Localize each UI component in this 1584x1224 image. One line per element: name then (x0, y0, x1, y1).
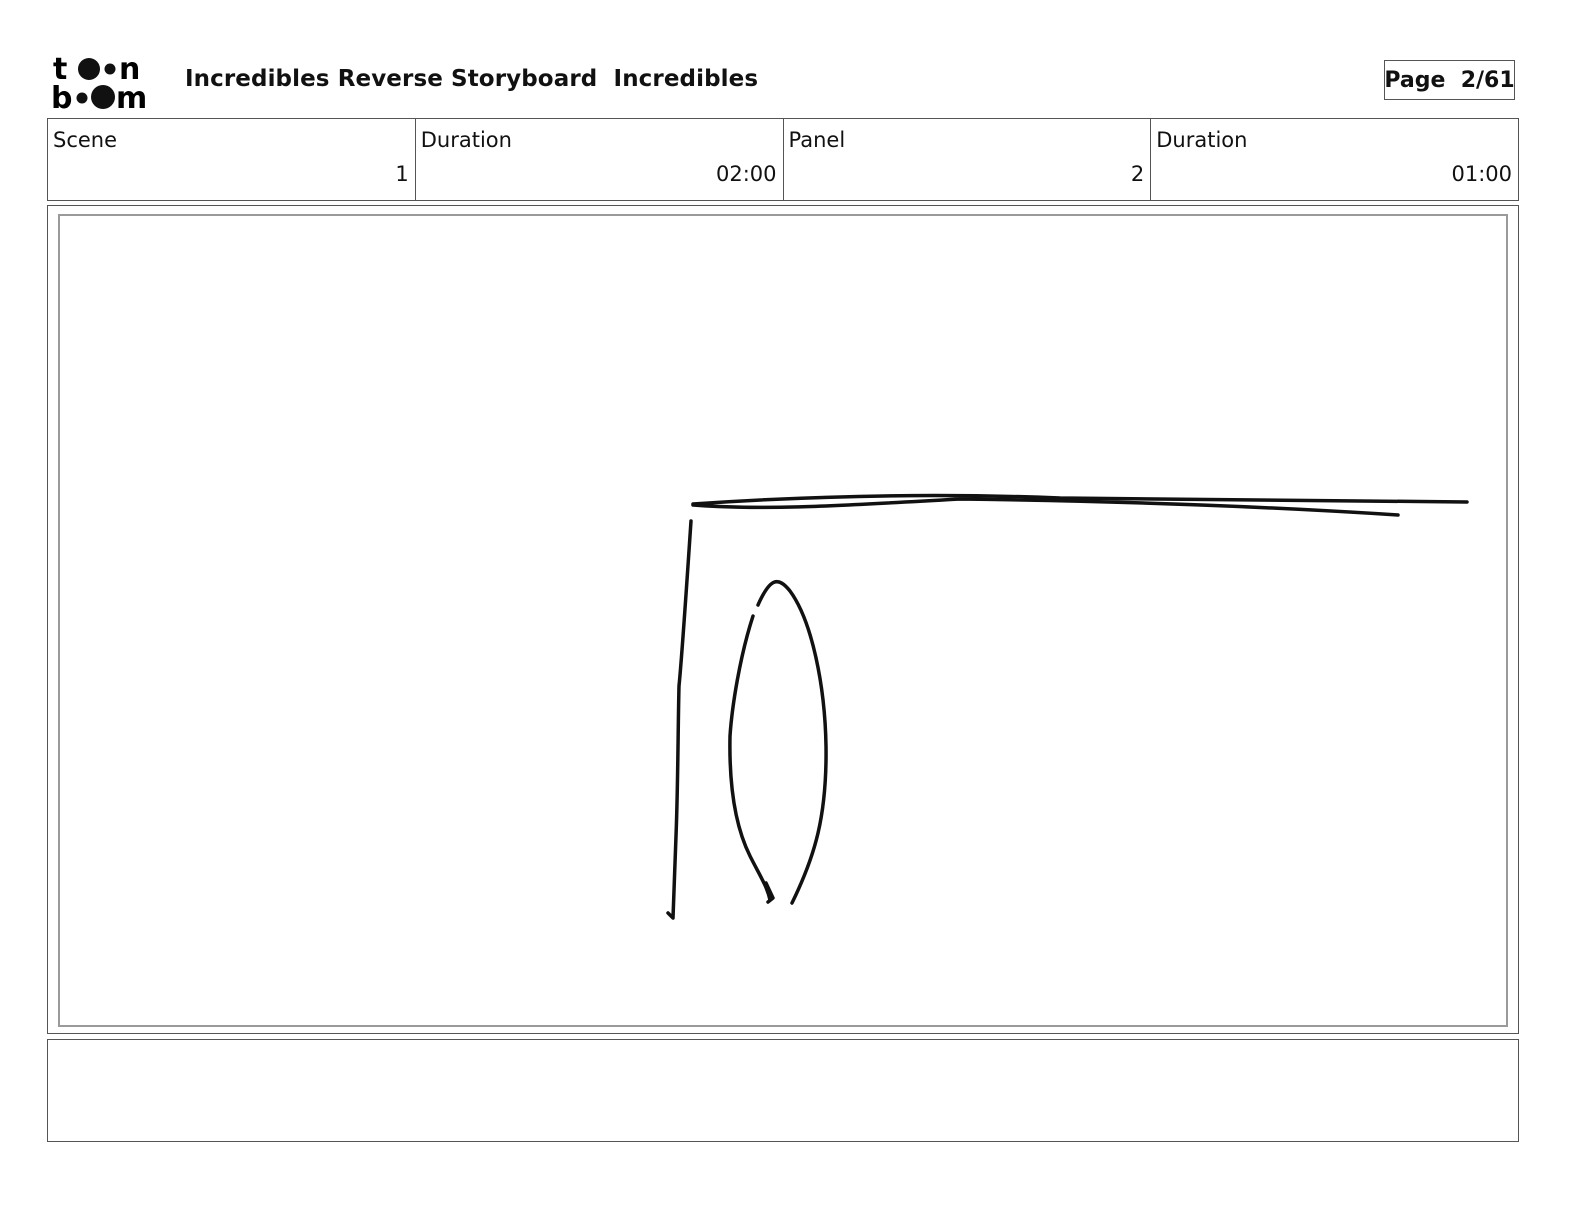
panel-drawing-area (58, 214, 1508, 1027)
document-title: Incredibles Reverse Storyboard Incredibl… (185, 66, 759, 92)
panel-frame (47, 205, 1519, 1034)
page-indicator: Page 2/61 (1384, 60, 1515, 100)
scene-duration-value: 02:00 (715, 162, 777, 186)
scene-duration-cell: Duration 02:00 (414, 119, 783, 200)
sketch-drawing (666, 493, 1469, 920)
notes-box (47, 1039, 1519, 1142)
sketch-vertical-stroke (666, 519, 693, 920)
toon-boom-logo: t n b m (52, 52, 164, 110)
scene-value: 1 (395, 162, 409, 186)
sketch-leaf-shape-right (756, 579, 828, 905)
sketch-leaf-shape-left (728, 614, 772, 902)
scene-label: Scene (53, 128, 118, 152)
panel-duration-value: 01:00 (1451, 162, 1512, 186)
scene-cell: Scene 1 (48, 119, 415, 200)
svg-text:m: m (116, 81, 147, 110)
panel-cell: Panel 2 (782, 119, 1151, 200)
svg-text:b: b (52, 81, 72, 110)
panel-duration-cell: Duration 01:00 (1150, 119, 1518, 200)
panel-duration-label: Duration (1156, 128, 1248, 152)
scene-duration-label: Duration (420, 128, 512, 152)
scene-info-table: Scene 1 Duration 02:00 Panel 2 Duration … (47, 118, 1519, 201)
panel-value: 2 (1130, 162, 1145, 186)
panel-label: Panel (788, 128, 846, 152)
